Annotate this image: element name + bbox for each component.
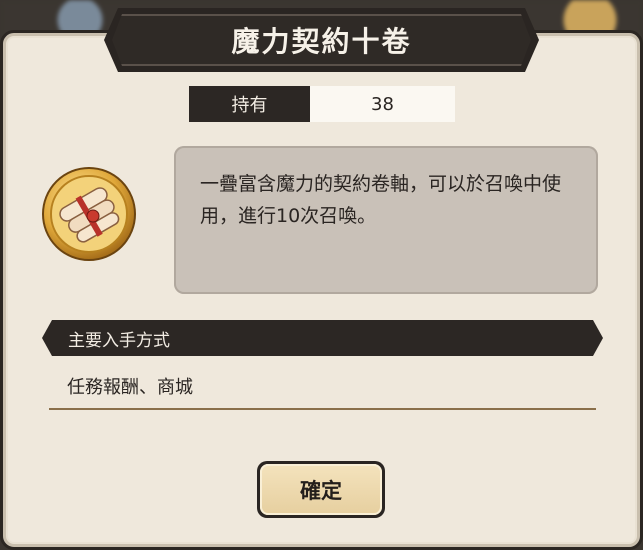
acquire-section-title: 主要入手方式	[68, 330, 170, 351]
holding-count: 持有 38	[189, 86, 455, 122]
title-banner-inner: 魔力契約十卷	[112, 14, 531, 66]
dialog-title: 魔力契約十卷	[231, 25, 412, 58]
acquire-section-header: 主要入手方式	[42, 320, 603, 356]
acquire-methods-row: 任務報酬、商城	[49, 364, 596, 410]
confirm-button-label: 確定	[300, 478, 342, 503]
holding-label: 持有	[189, 86, 310, 122]
contract-scrolls-icon	[41, 166, 137, 262]
confirm-button-face[interactable]: 確定	[260, 464, 382, 515]
acquire-methods: 任務報酬、商城	[67, 377, 193, 398]
description-box: 一疊富含魔力的契約卷軸，可以於召喚中使用，進行10次召喚。	[174, 146, 598, 294]
confirm-button[interactable]: 確定	[257, 461, 385, 518]
item-description: 一疊富含魔力的契約卷軸，可以於召喚中使用，進行10次召喚。	[200, 173, 562, 227]
holding-value: 38	[310, 86, 455, 122]
